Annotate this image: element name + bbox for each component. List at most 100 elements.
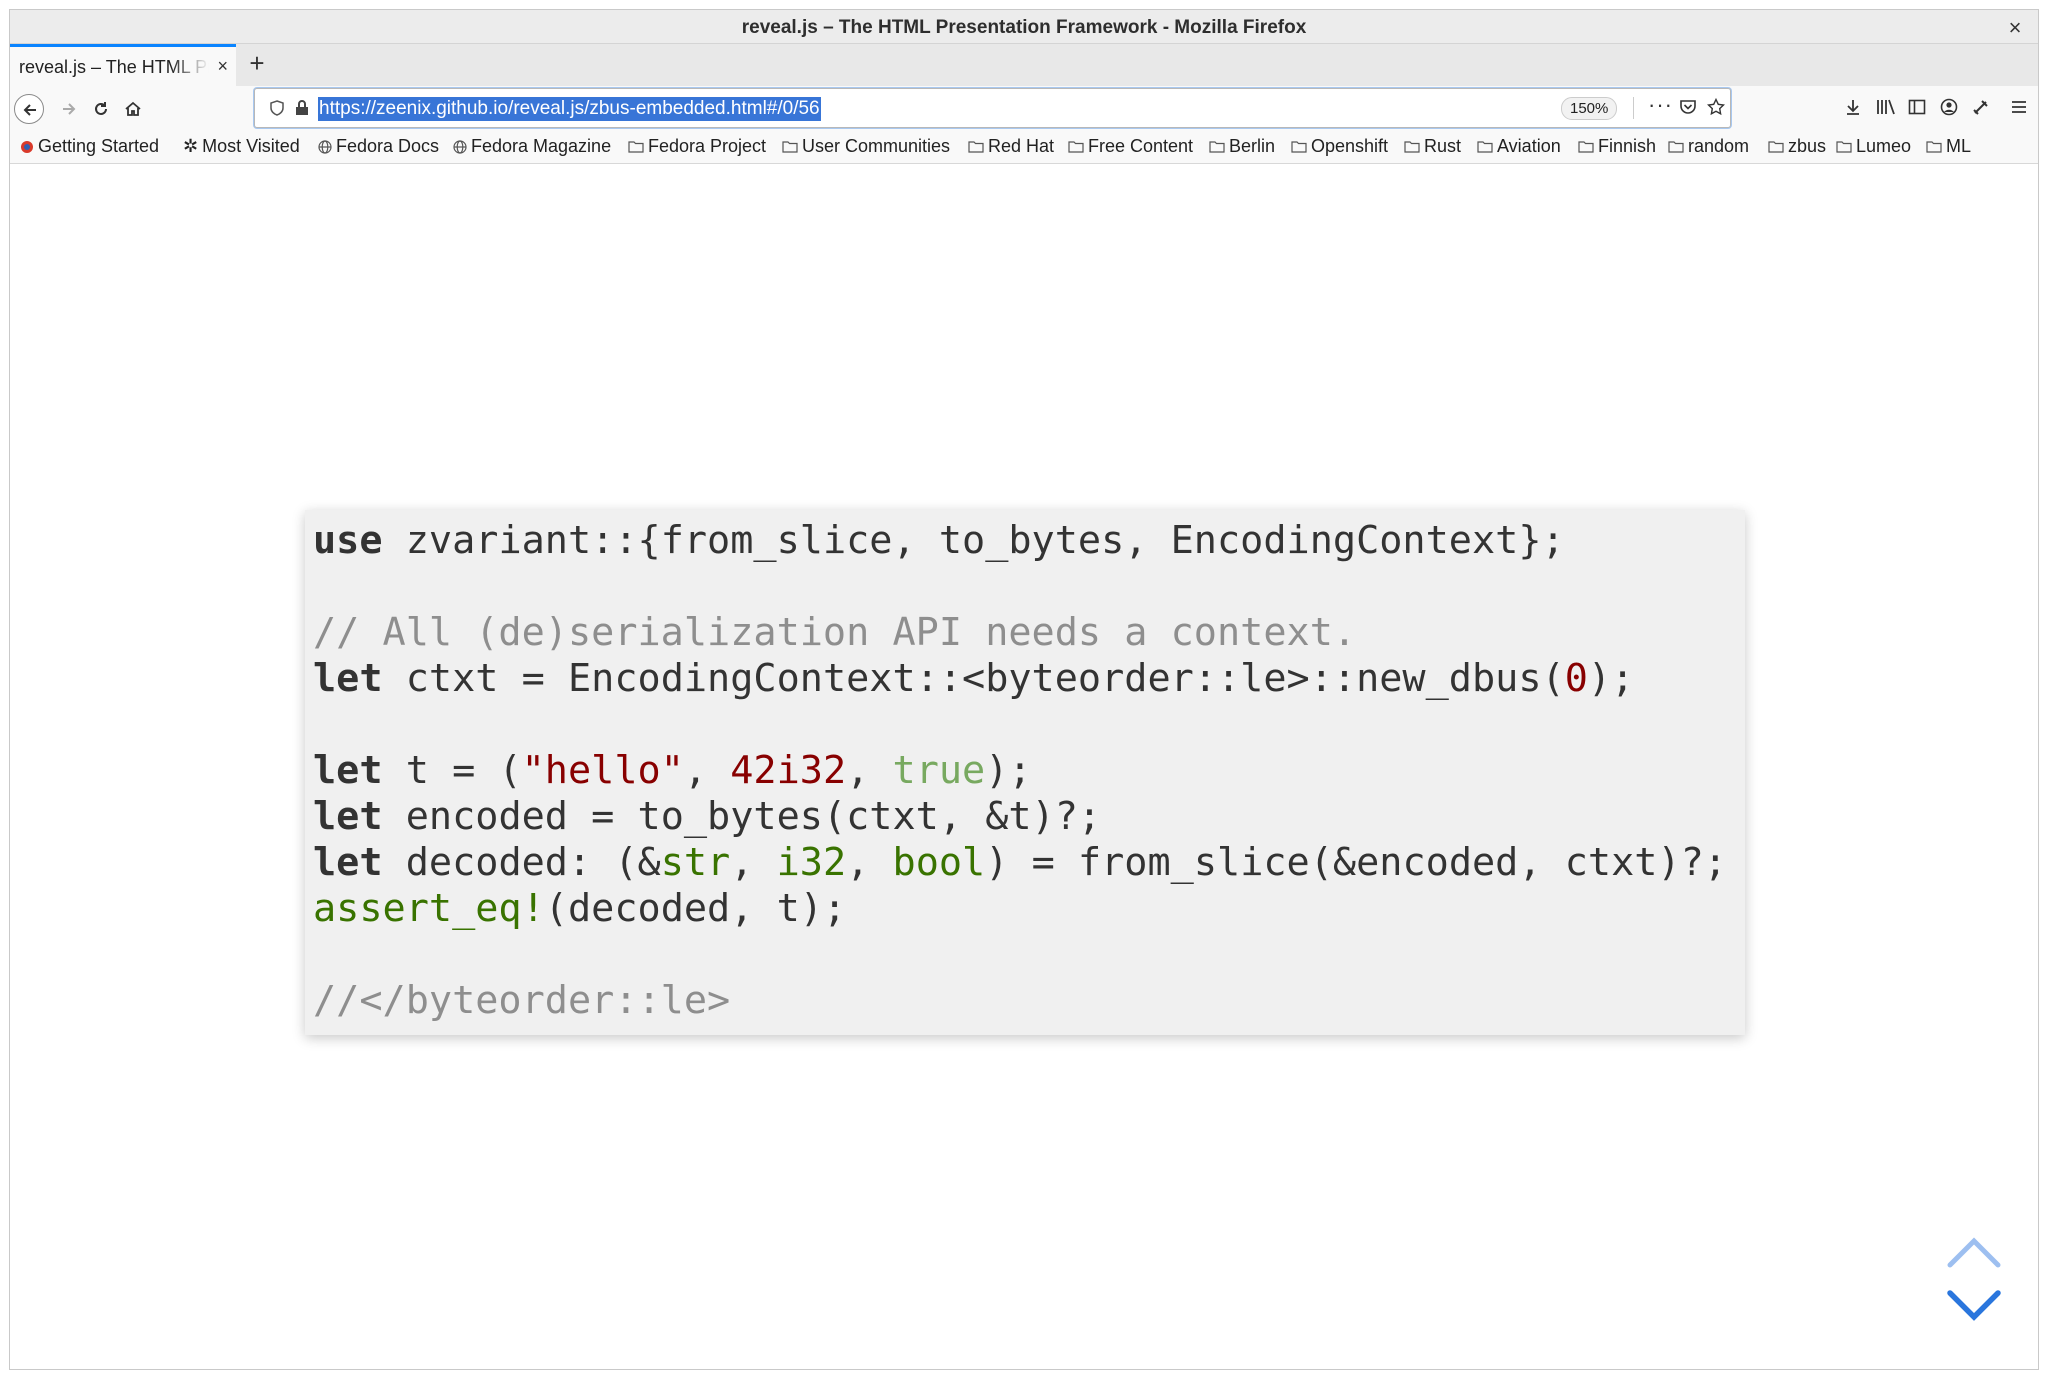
bookmark-label: ML: [1946, 136, 1972, 156]
bookmark-label: User Communities: [802, 136, 951, 156]
bool-literal: true: [892, 748, 986, 793]
bookmark-lumeo[interactable]: Lumeo: [1836, 136, 1911, 157]
pocket-icon[interactable]: [1679, 99, 1697, 115]
slide-viewport: use zvariant::{from_slice, to_bytes, Enc…: [10, 165, 2038, 1369]
bookmark-label: Openshift: [1311, 136, 1389, 156]
macro-name: assert_eq!: [313, 886, 545, 931]
title-bar: reveal.js – The HTML Presentation Framew…: [10, 10, 2038, 44]
bookmark-fedora-magazine[interactable]: Fedora Magazine: [453, 136, 611, 157]
bookmark-fedora-project[interactable]: Fedora Project: [628, 136, 766, 157]
string-literal: "hello": [521, 748, 684, 793]
back-button[interactable]: [14, 94, 44, 124]
code-span: ,: [683, 748, 731, 793]
bookmark-openshift[interactable]: Openshift: [1291, 136, 1388, 157]
sidebar-icon[interactable]: [1908, 98, 1926, 116]
arrow-left-icon: [23, 104, 36, 116]
window-title: reveal.js – The HTML Presentation Framew…: [741, 17, 1307, 38]
url-text[interactable]: https://zeenix.github.io/reveal.js/zbus-…: [318, 97, 821, 121]
url-bar[interactable]: https://zeenix.github.io/reveal.js/zbus-…: [254, 88, 1731, 128]
forward-button[interactable]: [54, 94, 84, 124]
folder-icon: [1668, 141, 1684, 153]
tab-label: reveal.js – The HTML Presentation Framew…: [19, 57, 209, 77]
code-span: ctxt = EncodingContext::<byteorder::le>:…: [382, 656, 1565, 701]
bookmark-fedora-docs[interactable]: Fedora Docs: [318, 136, 439, 157]
code-span: (decoded, t);: [544, 886, 847, 931]
number-literal: 0: [1564, 656, 1588, 701]
bookmark-finnish[interactable]: Finnish: [1578, 136, 1656, 157]
account-icon[interactable]: [1940, 98, 1958, 116]
code-block: use zvariant::{from_slice, to_bytes, Enc…: [305, 510, 1745, 1035]
download-icon[interactable]: [1844, 98, 1862, 116]
url-separator: [1633, 97, 1634, 119]
menu-icon[interactable]: [2010, 98, 2028, 116]
tab-reveal[interactable]: reveal.js – The HTML Presentation Framew…: [10, 44, 236, 86]
home-icon: [125, 101, 141, 116]
window-close-button[interactable]: ×: [2004, 15, 2026, 41]
library-icon[interactable]: [1876, 98, 1896, 116]
tab-close-button[interactable]: ×: [217, 56, 228, 77]
bookmark-berlin[interactable]: Berlin: [1209, 136, 1275, 157]
new-tab-button[interactable]: +: [242, 48, 272, 79]
bookmark-star-icon[interactable]: [1707, 98, 1725, 116]
folder-icon: [782, 141, 798, 153]
tracking-shield-icon[interactable]: [269, 100, 285, 116]
bookmark-label: Rust: [1424, 136, 1462, 156]
bookmark-zbus[interactable]: zbus: [1768, 136, 1826, 157]
tab-strip: reveal.js – The HTML Presentation Framew…: [10, 44, 2038, 86]
page-actions-button[interactable]: ···: [1648, 92, 1673, 118]
folder-icon: [1068, 141, 1084, 153]
folder-icon: [1209, 141, 1225, 153]
bookmark-getting-started[interactable]: Getting Started: [20, 136, 159, 157]
folder-icon: [1836, 141, 1852, 153]
type-name: bool: [892, 840, 986, 885]
bookmark-red-hat[interactable]: Red Hat: [968, 136, 1054, 157]
keyword: let: [313, 656, 383, 701]
bookmark-free-content[interactable]: Free Content: [1068, 136, 1193, 157]
navigate-up-button[interactable]: [1946, 1235, 2002, 1269]
gear-icon: ✲: [183, 136, 199, 156]
code-span: ,: [730, 840, 777, 885]
bookmark-label: Fedora Project: [648, 136, 767, 156]
bookmark-label: Finnish: [1598, 136, 1657, 156]
code-span: t = (: [382, 748, 522, 793]
lock-icon[interactable]: [295, 100, 309, 116]
folder-icon: [628, 141, 644, 153]
globe-icon: [453, 139, 467, 154]
code-span: );: [1587, 656, 1635, 701]
bookmark-label: Red Hat: [988, 136, 1055, 156]
bookmark-label: random: [1688, 136, 1750, 156]
bookmark-user-communities[interactable]: User Communities: [782, 136, 950, 157]
folder-icon: [1926, 141, 1942, 153]
bookmark-label: Most Visited: [202, 136, 300, 156]
nav-bar: https://zeenix.github.io/reveal.js/zbus-…: [10, 86, 2038, 130]
bookmark-label: Lumeo: [1856, 136, 1912, 156]
folder-icon: [968, 141, 984, 153]
bookmark-label: Free Content: [1088, 136, 1194, 156]
code-span: ,: [846, 840, 893, 885]
reload-button[interactable]: [86, 94, 116, 124]
keyword: let: [313, 794, 383, 839]
type-name: i32: [776, 840, 847, 885]
bookmark-random[interactable]: random: [1668, 136, 1749, 157]
home-button[interactable]: [118, 94, 148, 124]
bookmark-label: zbus: [1788, 136, 1827, 156]
folder-icon: [1404, 141, 1420, 153]
code-span: ,: [846, 748, 893, 793]
bookmark-aviation[interactable]: Aviation: [1477, 136, 1561, 157]
extension-icon[interactable]: [1972, 98, 1990, 116]
bookmark-most-visited[interactable]: ✲ Most Visited: [183, 136, 300, 157]
code-comment: //</byteorder::le>: [313, 978, 731, 1023]
bookmark-ml[interactable]: ML: [1926, 136, 1971, 157]
folder-icon: [1477, 141, 1493, 153]
bookmark-rust[interactable]: Rust: [1404, 136, 1461, 157]
reload-icon: [95, 102, 107, 115]
zoom-level[interactable]: 150%: [1561, 97, 1618, 120]
keyword: let: [313, 748, 383, 793]
bookmarks-bar: Getting Started ✲ Most Visited Fedora Do…: [10, 130, 2038, 164]
bookmark-label: Fedora Magazine: [471, 136, 612, 156]
navigate-down-button[interactable]: [1946, 1289, 2002, 1323]
code-span: encoded = to_bytes(ctxt, &t)?;: [382, 794, 1102, 839]
folder-icon: [1768, 141, 1784, 153]
code-span: decoded: (&: [382, 840, 661, 885]
bookmark-label: Berlin: [1229, 136, 1276, 156]
